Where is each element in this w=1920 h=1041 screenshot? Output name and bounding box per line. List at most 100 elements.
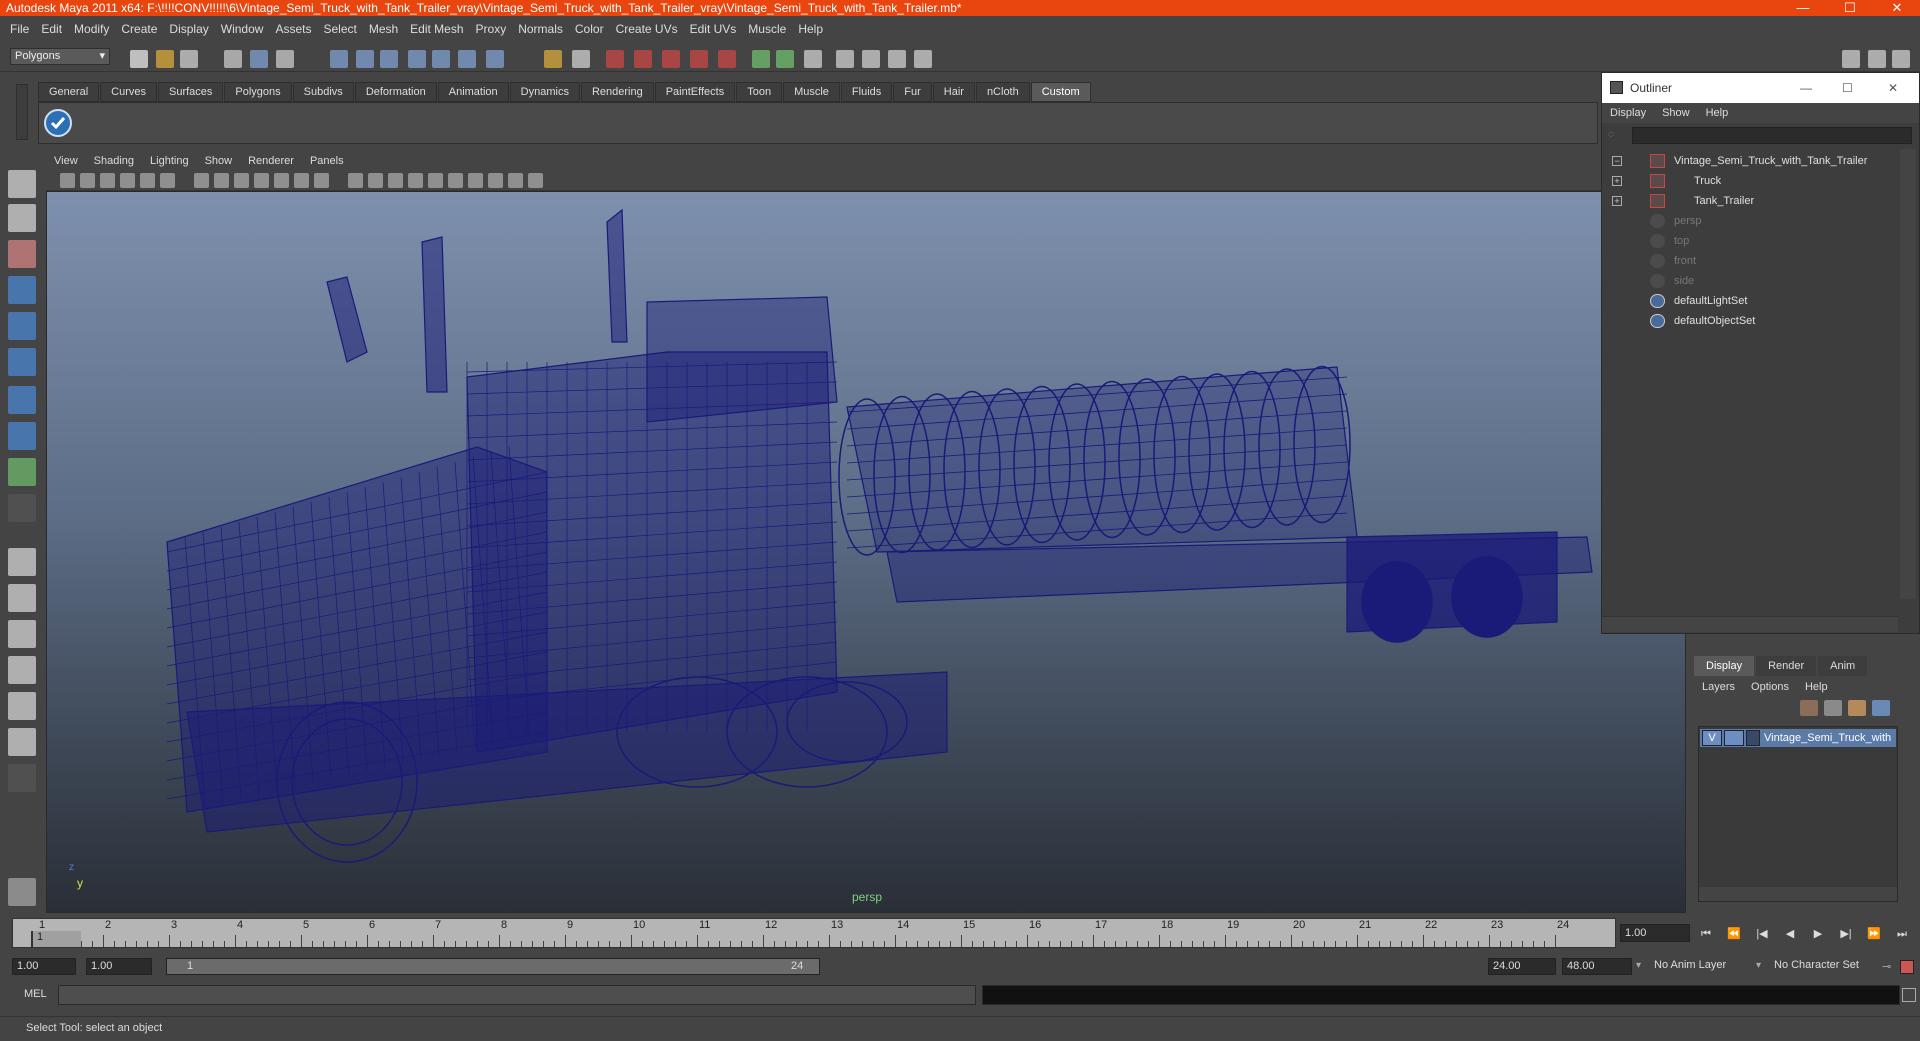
hypershade-icon[interactable] (752, 50, 770, 68)
help-icon[interactable] (486, 50, 504, 68)
tool-settings-icon[interactable] (862, 50, 880, 68)
menu-help[interactable]: Help (792, 22, 829, 36)
four-view-layout-icon[interactable] (8, 584, 36, 612)
lights-icon[interactable] (254, 173, 269, 188)
outliner-close-button[interactable]: ✕ (1888, 73, 1898, 103)
outliner-minimize-button[interactable]: — (1800, 73, 1812, 103)
outliner-item[interactable]: defaultObjectSet (1602, 311, 1898, 331)
layer-stack-icon[interactable] (1824, 700, 1842, 716)
step-forward-key-icon[interactable]: ⏩ (1864, 926, 1884, 942)
checkmark-shelf-icon[interactable] (44, 109, 72, 137)
layer-menu-help[interactable]: Help (1797, 678, 1836, 696)
expand-toggle-icon[interactable]: + (1612, 196, 1622, 206)
step-back-frame-icon[interactable]: |◀ (1752, 926, 1772, 942)
layer-menu-options[interactable]: Options (1743, 678, 1797, 696)
shelf-options-icon[interactable] (16, 84, 28, 140)
outliner-item[interactable]: top (1602, 231, 1898, 251)
xray-icon[interactable] (294, 173, 309, 188)
shelf-tab-hair[interactable]: Hair (932, 82, 975, 102)
custom-layout-icon[interactable] (8, 764, 36, 792)
range-slider[interactable]: 1 24 (166, 958, 820, 975)
shelf-tab-painteffects[interactable]: PaintEffects (654, 82, 736, 102)
go-to-start-icon[interactable]: ⏮ (1696, 926, 1716, 942)
shelf-tab-subdivs[interactable]: Subdivs (292, 82, 354, 102)
film-gate-icon[interactable] (140, 173, 155, 188)
panel-layout-3-icon[interactable] (1892, 50, 1910, 68)
menu-window[interactable]: Window (215, 22, 270, 36)
select-camera-icon[interactable] (448, 173, 463, 188)
menu-modify[interactable]: Modify (68, 22, 115, 36)
paint-select-icon[interactable] (8, 240, 36, 268)
show-manipulator-icon[interactable] (8, 458, 36, 486)
render-region-icon[interactable] (572, 50, 590, 68)
ambient-icon[interactable] (428, 173, 443, 188)
channel-box-icon[interactable] (836, 50, 854, 68)
default-light-icon[interactable] (368, 173, 383, 188)
new-layer-icon[interactable] (1800, 700, 1818, 716)
render-view-icon[interactable] (776, 50, 794, 68)
menu-normals[interactable]: Normals (512, 22, 569, 36)
outliner-item[interactable]: − Vintage_Semi_Truck_with_Tank_Trailer (1602, 151, 1898, 171)
open-scene-icon[interactable] (156, 50, 174, 68)
menu-create[interactable]: Create (115, 22, 163, 36)
script-editor-icon[interactable] (1902, 988, 1916, 1002)
menu-edit-uvs[interactable]: Edit UVs (684, 22, 743, 36)
input-ops-icon[interactable] (606, 50, 624, 68)
shelf-tab-custom[interactable]: Custom (1030, 82, 1091, 102)
menu-file[interactable]: File (4, 22, 35, 36)
menu-mesh[interactable]: Mesh (363, 22, 404, 36)
select-object-icon[interactable] (250, 50, 268, 68)
expand-toggle-icon[interactable]: − (1612, 156, 1622, 166)
render-frame-icon[interactable] (662, 50, 680, 68)
snap-point-icon[interactable] (380, 50, 398, 68)
step-forward-frame-icon[interactable]: ▶| (1836, 926, 1856, 942)
play-forward-icon[interactable]: ▶ (1808, 926, 1828, 942)
character-set-dropdown[interactable]: No Character Set (1770, 958, 1880, 975)
panel-layout-icon[interactable] (1842, 50, 1860, 68)
outliner-item[interactable]: + Truck (1602, 171, 1898, 191)
snap-grid-icon[interactable] (330, 50, 348, 68)
wireframe-icon[interactable] (194, 173, 209, 188)
graph-editor-layout-icon[interactable] (8, 728, 36, 756)
outliner-filter-icon[interactable]: ◌ (1608, 129, 1622, 143)
menu-assets[interactable]: Assets (269, 22, 317, 36)
quick-layout-icon[interactable] (8, 878, 36, 906)
mel-label[interactable]: MEL (24, 988, 47, 1000)
highlight-icon[interactable] (348, 173, 363, 188)
select-component-icon[interactable] (276, 50, 294, 68)
shelf-tab-dynamics[interactable]: Dynamics (509, 82, 580, 102)
shelf-tab-animation[interactable]: Animation (437, 82, 509, 102)
outliner-vertical-scrollbar[interactable] (1900, 149, 1916, 599)
shelf-tab-polygons[interactable]: Polygons (224, 82, 292, 102)
outliner-item[interactable]: side (1602, 271, 1898, 291)
layer-scrollbar[interactable] (1699, 887, 1897, 901)
menu-display[interactable]: Display (163, 22, 214, 36)
chevron-down-icon[interactable]: ▾ (1636, 960, 1641, 971)
maximize-button[interactable]: ☐ (1827, 0, 1873, 16)
magnet-icon[interactable] (544, 50, 562, 68)
layer-type-toggle[interactable] (1724, 730, 1744, 746)
snap-curve-icon[interactable] (356, 50, 374, 68)
snap-plane-icon[interactable] (408, 50, 426, 68)
step-back-key-icon[interactable]: ⏪ (1724, 926, 1744, 942)
layer-tab-render[interactable]: Render (1756, 656, 1817, 676)
time-slider[interactable]: 1 2 3 4 5 6 7 8 9 10 11 12 13 14 15 16 17 18 19 20 21 22 23 24 1 (12, 918, 1616, 948)
smooth-shade-icon[interactable] (214, 173, 229, 188)
layer-tab-anim[interactable]: Anim (1818, 656, 1868, 676)
shelf-tab-general[interactable]: General (38, 82, 100, 102)
new-scene-icon[interactable] (130, 50, 148, 68)
hud-icon[interactable] (528, 173, 543, 188)
shelf-tab-ncloth[interactable]: nCloth (975, 82, 1030, 102)
menu-edit-mesh[interactable]: Edit Mesh (404, 22, 469, 36)
outliner-menu-show[interactable]: Show (1654, 107, 1698, 119)
layer-menu-layers[interactable]: Layers (1694, 678, 1743, 696)
single-perspective-layout-icon[interactable] (8, 548, 36, 576)
go-to-end-icon[interactable]: ⏭ (1892, 926, 1912, 942)
outliner-item[interactable]: persp (1602, 211, 1898, 231)
viewport-persp[interactable]: persp z y (46, 191, 1686, 913)
shelf-tab-fluids[interactable]: Fluids (840, 82, 893, 102)
menu-select[interactable]: Select (317, 22, 362, 36)
history-icon[interactable] (458, 50, 476, 68)
outliner-item[interactable]: front (1602, 251, 1898, 271)
anim-end-field[interactable]: 48.00 (1562, 958, 1632, 975)
